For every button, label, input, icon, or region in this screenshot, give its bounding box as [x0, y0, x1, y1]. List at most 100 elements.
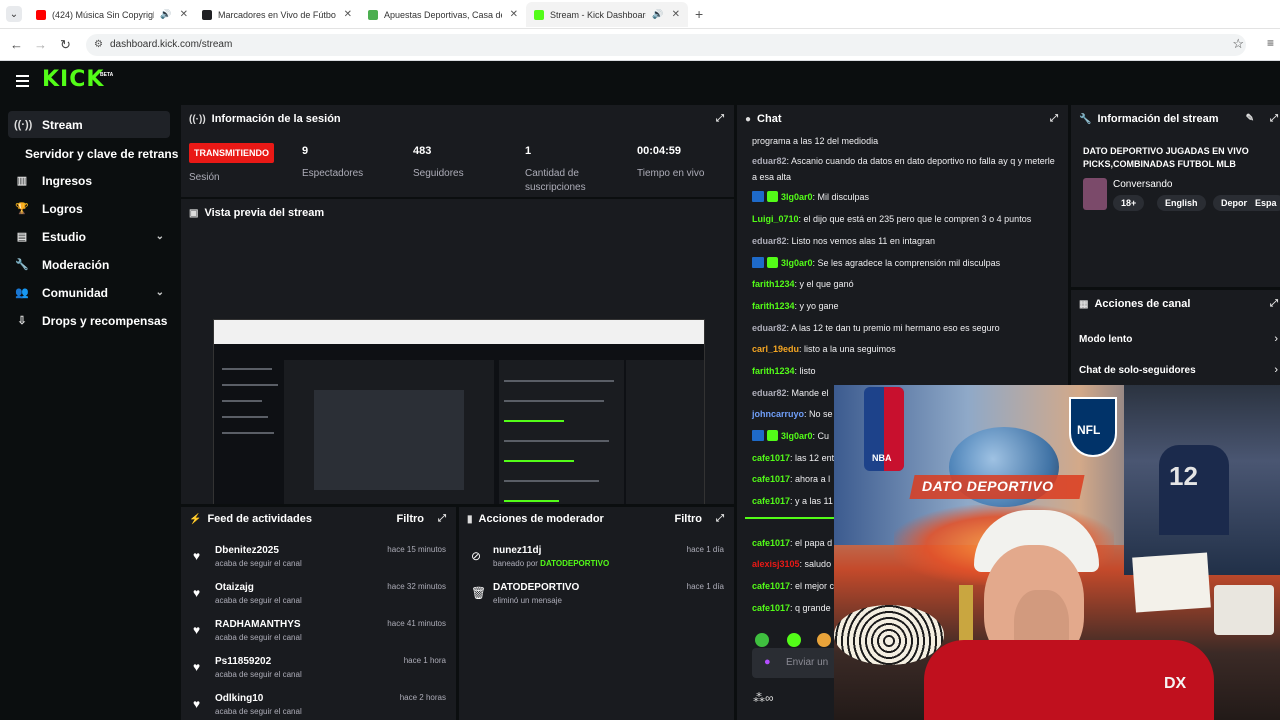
chat-text: : y yo gane — [794, 301, 839, 311]
menu-icon[interactable]: ≡ — [1267, 36, 1274, 50]
chat-username[interactable]: farith1234 — [752, 366, 795, 376]
chat-username[interactable]: cafe1017 — [752, 603, 790, 613]
subs-value: 1 — [525, 145, 532, 157]
back-icon[interactable]: ← — [10, 37, 23, 52]
kick-logo[interactable]: KICK — [42, 67, 104, 92]
sidebar-item-ingresos[interactable]: ▥ Ingresos — [8, 167, 170, 194]
mod-action-username[interactable]: nunez11dj — [493, 545, 541, 556]
address-bar-row: ← → ↻ ⚙ dashboard.kick.com/stream ☆ ≡ — [0, 29, 1280, 61]
tag-badge[interactable]: 18+ — [1113, 195, 1145, 211]
chat-username[interactable]: cafe1017 — [752, 453, 790, 463]
close-icon[interactable]: ✕ — [672, 9, 680, 20]
chat-bubble-icon: ● — [745, 113, 752, 125]
chat-username[interactable]: carl_19edu — [752, 344, 799, 354]
emote-icon[interactable] — [787, 633, 801, 647]
mod-action-time: hace 1 día — [686, 582, 724, 591]
followers-only-toggle[interactable]: Chat de solo-seguidores — [1079, 365, 1196, 376]
slow-mode-toggle[interactable]: Modo lento — [1079, 334, 1132, 345]
bookmark-star-icon[interactable]: ☆ — [1232, 36, 1244, 52]
preview-line — [504, 440, 609, 442]
chat-username[interactable]: Luigi_0710 — [752, 214, 799, 224]
edit-pencil-icon[interactable]: ✎ — [1246, 113, 1254, 124]
webcam-overlay: NBA NFL 12 DATO DEPORTIVO DX — [834, 385, 1280, 720]
sidebar-item-label: Estudio — [42, 229, 86, 244]
tab-title: (424) Música Sin Copyright — [52, 9, 155, 20]
sidebar-item-stream-key[interactable]: Servidor y clave de retransmisión — [25, 147, 178, 161]
chat-username[interactable]: eduar82 — [752, 156, 787, 166]
close-icon[interactable]: ✕ — [180, 9, 188, 20]
chat-username[interactable]: 3lg0ar0 — [781, 192, 813, 202]
feed-username[interactable]: RADHAMANTHYS — [215, 619, 301, 630]
sidebar-item-estudio[interactable]: ▤ Estudio ⌄ — [8, 223, 170, 250]
popout-icon[interactable]: ⤢ — [1270, 113, 1278, 124]
tag-badge[interactable]: English — [1157, 195, 1206, 211]
emote-icon[interactable] — [817, 633, 831, 647]
popout-icon[interactable]: ⤢ — [438, 513, 446, 524]
browser-tab[interactable]: Marcadores en Vivo de Fútbol, ✕ — [194, 2, 360, 27]
reload-icon[interactable]: ↻ — [60, 37, 71, 53]
category-name[interactable]: Conversando — [1113, 179, 1172, 190]
browser-tab[interactable]: Apuestas Deportivas, Casa de A ✕ — [360, 2, 526, 27]
preview-line — [504, 500, 559, 502]
sidebar-item-drops[interactable]: ⇩ Drops y recompensas — [8, 307, 170, 334]
feed-subtext: acaba de seguir el canal — [215, 596, 302, 605]
chat-username[interactable]: cafe1017 — [752, 581, 790, 591]
feed-username[interactable]: Dbenitez2025 — [215, 545, 279, 556]
new-tab-icon[interactable]: + — [695, 6, 703, 22]
sidebar-item-moderacion[interactable]: 🔧 Moderación — [8, 251, 170, 278]
chat-username[interactable]: alexisj3105 — [752, 559, 800, 569]
chat-username[interactable]: cafe1017 — [752, 496, 790, 506]
chat-username[interactable]: 3lg0ar0 — [781, 258, 813, 268]
chat-settings-icon[interactable]: ⁂∞ — [753, 691, 774, 705]
close-icon[interactable]: ✕ — [344, 9, 352, 20]
chat-username[interactable]: johncarruyo — [752, 409, 804, 419]
browser-tab[interactable]: (424) Música Sin Copyright 🔊 ✕ — [28, 2, 196, 27]
mod-action-username[interactable]: DATODEPORTIVO — [493, 582, 579, 593]
stream-preview-video[interactable] — [213, 319, 705, 504]
speaker-icon: 🔊 — [652, 9, 664, 19]
chat-text: : Listo nos vemos alas 11 en intagran — [786, 236, 935, 246]
viewers-label: Espectadores — [302, 168, 364, 179]
filter-button[interactable]: Filtro — [397, 513, 425, 525]
sidebar-item-comunidad[interactable]: 👥 Comunidad ⌄ — [8, 279, 170, 306]
popout-icon[interactable]: ⤢ — [1050, 113, 1058, 124]
chat-message: 3lg0ar0: Mil disculpas — [752, 189, 1062, 205]
chevron-right-icon[interactable]: › — [1274, 333, 1278, 345]
chat-username[interactable]: eduar82 — [752, 388, 787, 398]
chat-username[interactable]: eduar82 — [752, 323, 787, 333]
filter-button[interactable]: Filtro — [675, 513, 703, 525]
preview-line — [222, 432, 274, 434]
forward-icon[interactable]: → — [34, 37, 47, 52]
hamburger-menu-icon[interactable] — [16, 75, 29, 87]
chevron-down-icon: ⌄ — [155, 231, 164, 242]
chevron-right-icon[interactable]: › — [1274, 364, 1278, 376]
chat-username[interactable]: eduar82 — [752, 236, 787, 246]
mod-action-moderator[interactable]: DATODEPORTIVO — [540, 559, 609, 568]
trash-icon: 🗑 — [471, 586, 487, 600]
chat-username[interactable]: farith1234 — [752, 301, 795, 311]
feed-username[interactable]: Ps11859202 — [215, 656, 271, 667]
microphone-icon[interactable]: ● — [764, 656, 771, 668]
popout-icon[interactable]: ⤢ — [716, 113, 724, 124]
panel-header: ▦ Acciones de canal ⤢ — [1071, 290, 1280, 318]
tag-badge[interactable]: Espa — [1247, 195, 1280, 211]
feed-username[interactable]: Otaizajg — [215, 582, 254, 593]
chat-username[interactable]: cafe1017 — [752, 538, 790, 548]
tab-search-icon[interactable]: ⌄ — [6, 6, 22, 22]
browser-tab-active[interactable]: Stream - Kick Dashboard 🔊 ✕ — [526, 2, 688, 27]
chat-username[interactable]: cafe1017 — [752, 474, 790, 484]
site-settings-icon[interactable]: ⚙ — [94, 34, 103, 56]
verified-badge-icon — [752, 191, 764, 202]
url-input[interactable]: ⚙ dashboard.kick.com/stream — [86, 34, 1246, 56]
chat-username[interactable]: farith1234 — [752, 279, 795, 289]
popout-icon[interactable]: ⤢ — [1270, 298, 1278, 309]
mod-action-subtext: eliminó un mensaje — [493, 596, 562, 605]
sidebar-item-logros[interactable]: 🏆 Logros — [8, 195, 170, 222]
sidebar-item-stream[interactable]: ((·)) Stream — [8, 111, 170, 138]
feed-username[interactable]: Odlking10 — [215, 693, 263, 704]
chat-username[interactable]: 3lg0ar0 — [781, 431, 813, 441]
emote-icon[interactable] — [755, 633, 769, 647]
close-icon[interactable]: ✕ — [510, 9, 518, 20]
stream-title: DATO DEPORTIVO JUGADAS EN VIVO PICKS,COM… — [1083, 146, 1249, 169]
popout-icon[interactable]: ⤢ — [716, 513, 724, 524]
